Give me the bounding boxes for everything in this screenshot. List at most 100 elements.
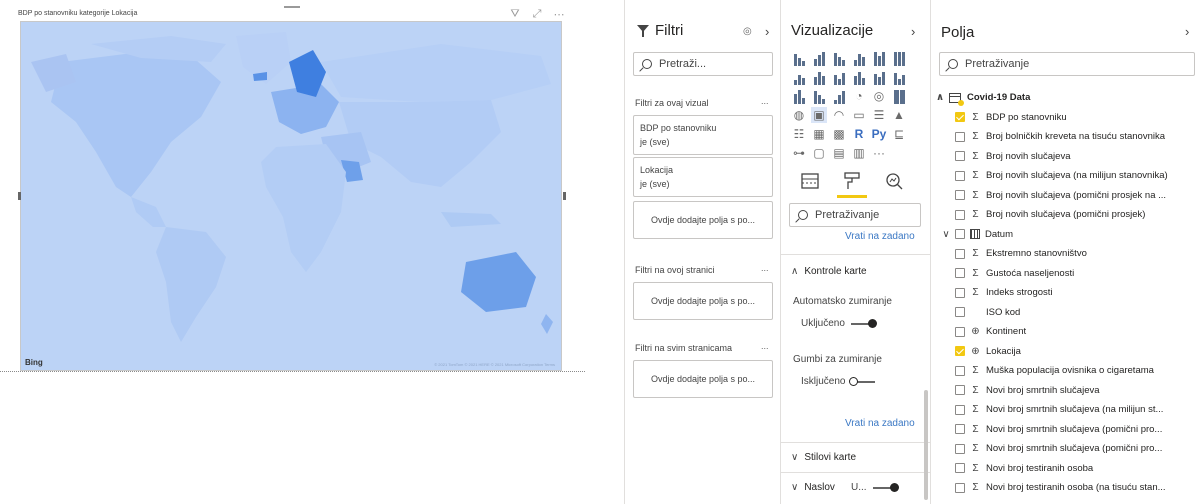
field-item[interactable]: Σ Novi broj testiranih osoba <box>931 459 1200 479</box>
matrix-icon[interactable]: ▩ <box>831 126 847 142</box>
ribbon-chart-icon[interactable] <box>891 69 907 85</box>
drop-zone-all-pages[interactable]: Ovdje dodajte polja s po... <box>633 360 773 398</box>
field-checkbox[interactable] <box>955 385 965 396</box>
paginated-report-icon[interactable]: ▥ <box>851 145 867 161</box>
filter-icon[interactable]: ⛛ <box>508 8 522 21</box>
more-options-icon[interactable]: ⋯ <box>552 8 566 21</box>
pie-chart-icon[interactable]: ◔ <box>851 88 867 104</box>
filled-map-icon[interactable]: ▣ <box>811 107 827 123</box>
filled-map-visual[interactable]: BDP po stanovniku kategorije Lokacija ⛛ … <box>14 6 570 371</box>
chevron-right-icon[interactable]: › <box>911 24 915 39</box>
field-checkbox[interactable] <box>955 112 965 123</box>
eye-icon[interactable]: ◎ <box>743 26 752 37</box>
smart-narrative-icon[interactable]: ▤ <box>831 145 847 161</box>
area-chart-icon[interactable] <box>811 69 827 85</box>
multi-row-card-icon[interactable]: ☰ <box>871 107 887 123</box>
field-checkbox[interactable] <box>955 365 965 376</box>
drop-zone-page[interactable]: Ovdje dodajte polja s po... <box>633 282 773 320</box>
chevron-right-icon[interactable]: › <box>765 24 769 39</box>
field-checkbox[interactable] <box>955 482 965 493</box>
field-checkbox[interactable] <box>955 170 965 181</box>
field-checkbox[interactable] <box>955 131 965 142</box>
map-controls-section-header[interactable]: ∧ Kontrole karte <box>791 266 867 277</box>
stacked-bar-chart-icon[interactable] <box>791 50 807 66</box>
field-checkbox[interactable] <box>955 443 965 454</box>
slicer-icon[interactable]: ☷ <box>791 126 807 142</box>
field-checkbox[interactable] <box>955 424 965 435</box>
field-item[interactable]: ⊕ Kontinent <box>931 322 1200 342</box>
more-options-icon[interactable]: ... <box>761 341 769 351</box>
field-checkbox[interactable] <box>955 287 965 298</box>
funnel-chart-icon[interactable] <box>811 88 827 104</box>
field-item[interactable]: Σ Broj novih slučajeva (pomični prosjek) <box>931 205 1200 225</box>
field-item[interactable]: Σ Novi broj testiranih osoba (na tisuću s… <box>931 478 1200 498</box>
filters-search-input[interactable]: Pretraži... <box>633 52 773 76</box>
field-checkbox[interactable] <box>955 229 965 240</box>
qa-icon[interactable]: ▢ <box>811 145 827 161</box>
field-item[interactable]: Σ Broj novih slučajeva (pomični prosjek n… <box>931 186 1200 206</box>
field-checkbox[interactable] <box>955 404 965 415</box>
field-item[interactable]: Σ Indeks strogosti <box>931 283 1200 303</box>
fields-search-input[interactable]: Pretraživanje <box>939 52 1195 76</box>
field-item[interactable]: ∨ Datum <box>931 225 1200 245</box>
field-item[interactable]: Σ Novi broj smrtnih slučajeva (pomični pr… <box>931 420 1200 440</box>
visual-drag-handle[interactable] <box>284 6 300 8</box>
field-item[interactable]: Σ Ekstremno stanovništvo <box>931 244 1200 264</box>
more-options-icon[interactable]: ... <box>761 96 769 106</box>
resize-handle-left[interactable] <box>18 192 21 200</box>
stacked-column-chart-icon[interactable] <box>811 50 827 66</box>
card-icon[interactable]: ▭ <box>851 107 867 123</box>
field-item[interactable]: Σ Novi broj smrtnih slučajeva (na milijun… <box>931 400 1200 420</box>
kpi-icon[interactable]: ▲ <box>891 107 907 123</box>
fields-tab-icon[interactable] <box>799 170 821 192</box>
field-checkbox[interactable] <box>955 190 965 201</box>
title-toggle[interactable]: U... <box>851 482 899 493</box>
get-more-visuals-icon[interactable]: ··· <box>871 145 887 161</box>
field-checkbox[interactable] <box>955 346 965 357</box>
field-item[interactable]: ISO kod <box>931 303 1200 323</box>
gauge-icon[interactable]: ◠ <box>831 107 847 123</box>
reset-to-default-link[interactable]: Vrati na zadano <box>845 418 915 429</box>
title-section-header[interactable]: ∨ Naslov <box>791 482 835 493</box>
chevron-down-icon[interactable]: ∨ <box>941 229 951 240</box>
format-pane-scrollbar[interactable] <box>924 390 928 500</box>
map-canvas[interactable]: Bing © 2021 TomTom © 2021 HERE © 2021 Mi… <box>21 22 561 370</box>
map-attribution[interactable]: © 2021 TomTom © 2021 HERE © 2021 Microso… <box>434 362 555 367</box>
line-and-column-chart-icon[interactable] <box>851 69 867 85</box>
resize-handle-right[interactable] <box>563 192 566 200</box>
line-chart-icon[interactable] <box>791 69 807 85</box>
field-checkbox[interactable] <box>955 463 965 474</box>
donut-chart-icon[interactable]: ◎ <box>871 88 887 104</box>
field-checkbox[interactable] <box>955 248 965 259</box>
line-and-stacked-column-icon[interactable] <box>871 69 887 85</box>
key-influencers-icon[interactable]: ⊑ <box>891 126 907 142</box>
waterfall-chart-icon[interactable] <box>791 88 807 104</box>
treemap-icon[interactable] <box>891 88 907 104</box>
field-item[interactable]: Σ Broj novih slučajeva (na milijun stanov… <box>931 166 1200 186</box>
clustered-column-chart-icon[interactable] <box>851 50 867 66</box>
field-item[interactable]: Σ Novi broj smrtnih slučajeva (pomični pr… <box>931 439 1200 459</box>
format-search-input[interactable]: Pretraživanje <box>789 203 921 227</box>
stacked-area-chart-icon[interactable] <box>831 69 847 85</box>
analytics-magnifier-icon[interactable] <box>883 170 905 192</box>
field-checkbox[interactable] <box>955 307 965 318</box>
filter-card-bdp[interactable]: BDP po stanovniku je (sve) <box>633 115 773 155</box>
reset-to-default-link[interactable]: Vrati na zadano <box>845 231 915 242</box>
clustered-bar-chart-icon[interactable] <box>831 50 847 66</box>
field-item[interactable]: ⊕ Lokacija <box>931 342 1200 362</box>
field-item[interactable]: Σ Novi broj smrtnih slučajeva <box>931 381 1200 401</box>
field-item[interactable]: Σ Gustoća naseljenosti <box>931 264 1200 284</box>
field-item[interactable]: Σ Broj novih slučajeva <box>931 147 1200 167</box>
auto-zoom-toggle[interactable]: Uključeno <box>801 318 877 329</box>
focus-mode-icon[interactable]: ⤢ <box>530 8 544 21</box>
table-icon[interactable]: ▦ <box>811 126 827 142</box>
field-checkbox[interactable] <box>955 209 965 220</box>
decomposition-tree-icon[interactable]: ⊶ <box>791 145 807 161</box>
drop-zone-visual[interactable]: Ovdje dodajte polja s po... <box>633 201 773 239</box>
100-column-chart-icon[interactable] <box>891 50 907 66</box>
filter-card-lokacija[interactable]: Lokacija je (sve) <box>633 157 773 197</box>
field-checkbox[interactable] <box>955 326 965 337</box>
table-node-covid-19-data[interactable]: ∧ Covid-19 Data <box>931 88 1200 108</box>
python-script-icon[interactable]: Py <box>871 126 887 142</box>
chevron-right-icon[interactable]: › <box>1185 24 1189 39</box>
